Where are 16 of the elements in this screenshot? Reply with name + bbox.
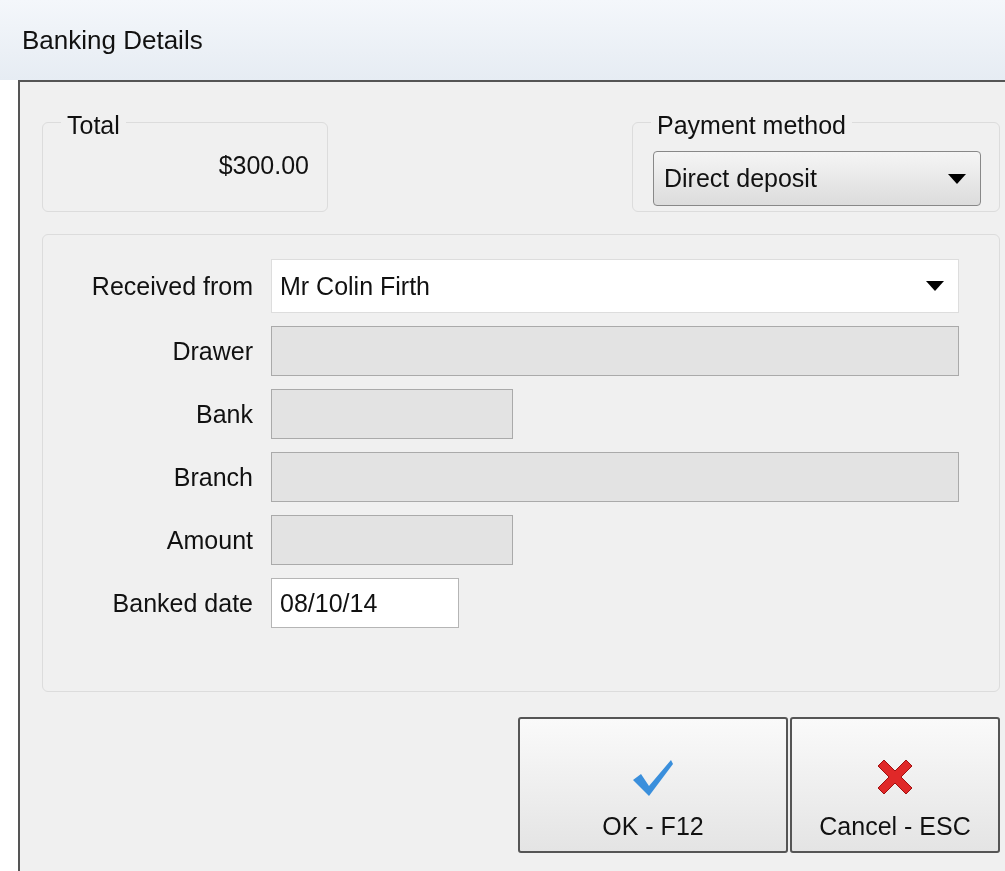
field-label: Bank [195,399,253,429]
checkmark-icon [631,758,675,798]
field-label: Amount [165,525,253,555]
received-from-dropdown[interactable]: Mr Colin Firth [271,259,959,313]
field-label: Drawer [171,336,253,366]
field-label: Received from [90,271,253,301]
ok-button[interactable]: OK - F12 [518,717,788,853]
caret-icon [926,281,944,291]
input-field[interactable]: 08/10/14 [271,578,459,628]
window-title: Banking Details [22,24,203,56]
field-label: Branch [172,462,253,492]
field-label: Banked date [111,588,253,618]
cancel-button[interactable]: Cancel - ESC [790,717,1000,853]
caret-icon [948,173,966,184]
payment-method-dropdown[interactable]: Direct deposit [653,151,981,206]
total-value: $300.00 [218,151,309,180]
